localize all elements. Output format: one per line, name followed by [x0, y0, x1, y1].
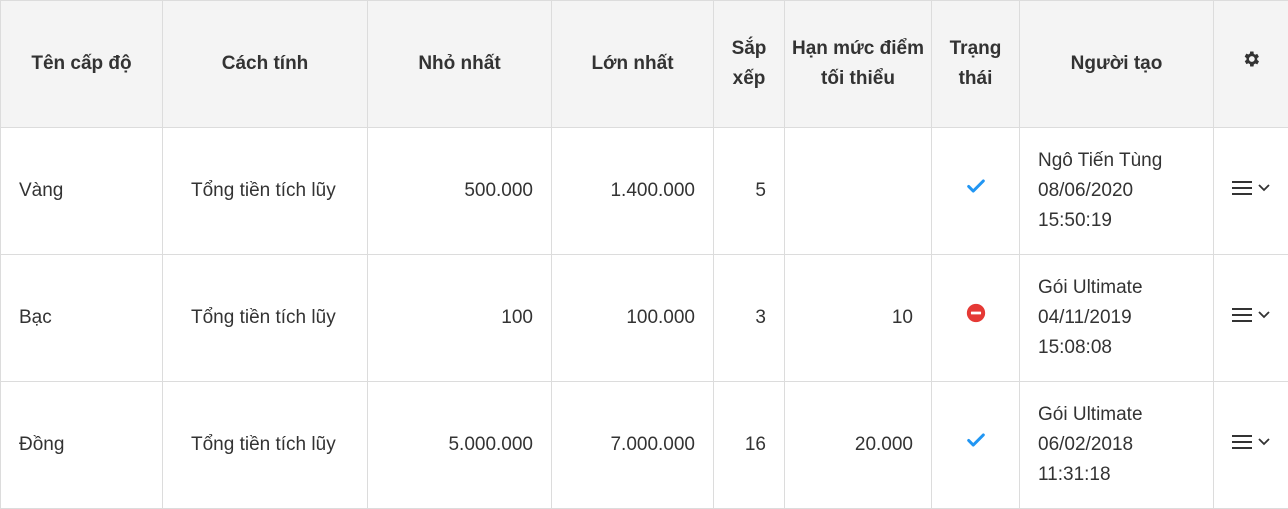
cell-max: 7.000.000 — [551, 381, 714, 509]
cell-status — [931, 127, 1020, 255]
cell-actions — [1213, 127, 1288, 255]
cell-limit: 10 — [784, 254, 932, 382]
cell-creator: Gói Ultimate 06/02/2018 11:31:18 — [1019, 381, 1214, 509]
header-status[interactable]: Trạng thái — [931, 0, 1020, 128]
menu-icon — [1232, 180, 1252, 196]
cell-max: 100.000 — [551, 254, 714, 382]
cell-sort: 16 — [713, 381, 785, 509]
header-creator[interactable]: Người tạo — [1019, 0, 1214, 128]
table-header-row: Tên cấp độ Cách tính Nhỏ nhất Lớn nhất S… — [0, 0, 1288, 128]
cell-name: Vàng — [0, 127, 163, 255]
row-menu-button[interactable] — [1232, 180, 1270, 196]
cell-name: Đồng — [0, 381, 163, 509]
block-icon — [965, 303, 987, 329]
cell-actions — [1213, 381, 1288, 509]
cell-limit: 20.000 — [784, 381, 932, 509]
creator-time: 15:50:19 — [1038, 210, 1112, 231]
check-icon — [965, 179, 987, 202]
creator-name: Gói Ultimate — [1038, 404, 1143, 425]
cell-creator: Ngô Tiến Tùng 08/06/2020 15:50:19 — [1019, 127, 1214, 255]
menu-icon — [1232, 307, 1252, 323]
row-menu-button[interactable] — [1232, 434, 1270, 450]
cell-max: 1.400.000 — [551, 127, 714, 255]
cell-method: Tổng tiền tích lũy — [162, 127, 368, 255]
cell-method: Tổng tiền tích lũy — [162, 254, 368, 382]
cell-min: 500.000 — [367, 127, 552, 255]
cell-creator: Gói Ultimate 04/11/2019 15:08:08 — [1019, 254, 1214, 382]
header-min[interactable]: Nhỏ nhất — [367, 0, 552, 128]
table-row[interactable]: Vàng Tổng tiền tích lũy 500.000 1.400.00… — [0, 127, 1288, 255]
table-row[interactable]: Bạc Tổng tiền tích lũy 100 100.000 3 10 … — [0, 254, 1288, 382]
row-menu-button[interactable] — [1232, 307, 1270, 323]
cell-actions — [1213, 254, 1288, 382]
check-icon — [965, 433, 987, 456]
creator-time: 15:08:08 — [1038, 337, 1112, 358]
cell-min: 5.000.000 — [367, 381, 552, 509]
creator-time: 11:31:18 — [1038, 464, 1111, 485]
level-table: Tên cấp độ Cách tính Nhỏ nhất Lớn nhất S… — [0, 0, 1288, 509]
header-name[interactable]: Tên cấp độ — [0, 0, 163, 128]
gear-icon[interactable] — [1241, 49, 1261, 79]
creator-date: 04/11/2019 — [1038, 307, 1132, 328]
cell-method: Tổng tiền tích lũy — [162, 381, 368, 509]
cell-limit — [784, 127, 932, 255]
chevron-down-icon — [1258, 438, 1270, 446]
cell-status — [931, 254, 1020, 382]
cell-min: 100 — [367, 254, 552, 382]
creator-name: Gói Ultimate — [1038, 277, 1143, 298]
header-sort[interactable]: Sắp xếp — [713, 0, 785, 128]
creator-name: Ngô Tiến Tùng — [1038, 150, 1163, 171]
cell-status — [931, 381, 1020, 509]
cell-sort: 3 — [713, 254, 785, 382]
header-max[interactable]: Lớn nhất — [551, 0, 714, 128]
header-method[interactable]: Cách tính — [162, 0, 368, 128]
header-settings — [1213, 0, 1288, 128]
table-row[interactable]: Đồng Tổng tiền tích lũy 5.000.000 7.000.… — [0, 381, 1288, 509]
chevron-down-icon — [1258, 184, 1270, 192]
header-limit[interactable]: Hạn mức điểm tối thiểu — [784, 0, 932, 128]
menu-icon — [1232, 434, 1252, 450]
chevron-down-icon — [1258, 311, 1270, 319]
creator-date: 08/06/2020 — [1038, 180, 1134, 201]
creator-date: 06/02/2018 — [1038, 434, 1134, 455]
cell-sort: 5 — [713, 127, 785, 255]
cell-name: Bạc — [0, 254, 163, 382]
